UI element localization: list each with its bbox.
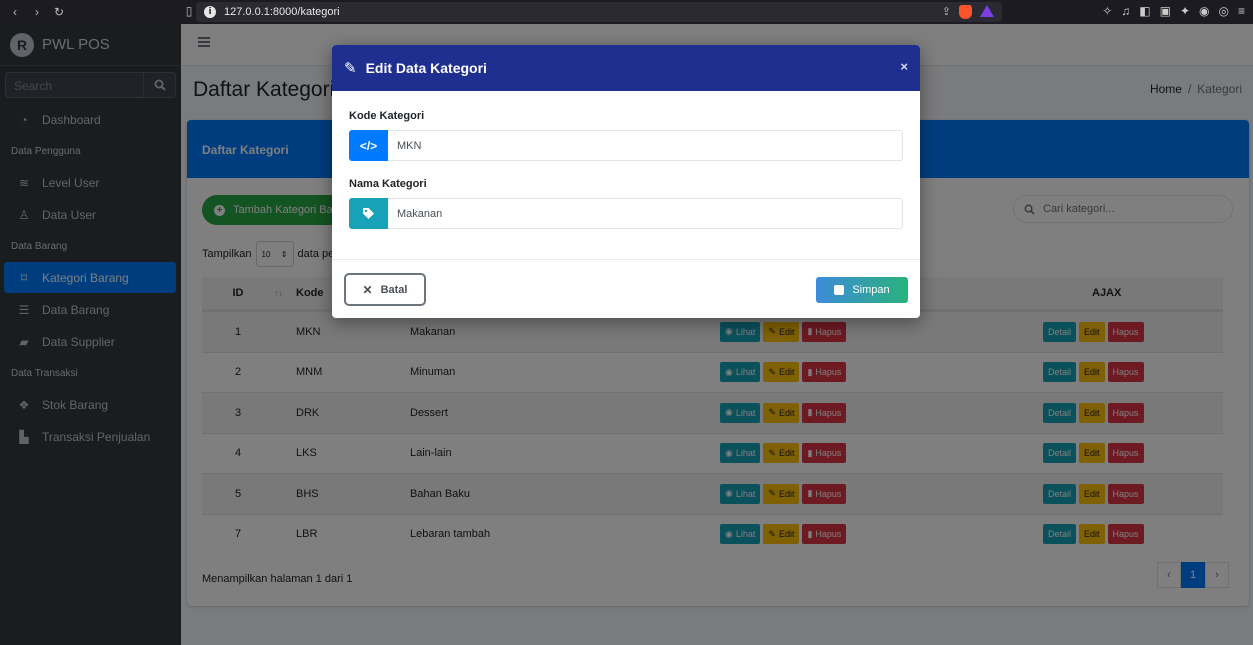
extensions-icon[interactable]: ✧ xyxy=(1102,4,1112,18)
reload-icon[interactable]: ↻ xyxy=(50,5,68,19)
rewards-icon[interactable] xyxy=(980,5,994,17)
edit-kategori-modal: ✎ Edit Data Kategori × Kode Kategori </>… xyxy=(332,45,920,318)
url-text: 127.0.0.1:8000/kategori xyxy=(224,6,340,18)
browser-extensions: ✧ ♫ ◧ ▣ ✦ ◉ ◎ ≡ xyxy=(1102,4,1245,18)
wallet-icon[interactable]: ◎ xyxy=(1219,4,1229,18)
browser-toolbar: ‹ › ↻ ▯ i 127.0.0.1:8000/kategori ⇪ ✧ ♫ … xyxy=(0,0,1253,24)
brave-shield-icon[interactable] xyxy=(959,5,972,19)
nama-kategori-input[interactable]: Makanan xyxy=(388,198,903,229)
edit-icon: ✎ xyxy=(344,60,357,77)
cancel-button[interactable]: ✕ Batal xyxy=(344,273,426,306)
close-icon[interactable]: × xyxy=(900,59,908,74)
back-icon[interactable]: ‹ xyxy=(6,5,24,19)
save-icon xyxy=(834,285,845,295)
code-icon: </> xyxy=(349,130,388,161)
kode-kategori-label: Kode Kategori xyxy=(349,110,425,122)
modal-footer: ✕ Batal Simpan xyxy=(332,259,920,318)
address-bar[interactable]: i 127.0.0.1:8000/kategori ⇪ xyxy=(196,2,1002,22)
kode-kategori-input[interactable]: MKN xyxy=(388,130,903,161)
forward-icon[interactable]: › xyxy=(28,5,46,19)
tabs-icon[interactable]: ▣ xyxy=(1160,4,1171,18)
share-icon[interactable]: ⇪ xyxy=(942,5,951,19)
vpn-icon[interactable]: ◉ xyxy=(1199,4,1209,18)
nama-kategori-label: Nama Kategori xyxy=(349,178,427,190)
menu-icon[interactable]: ≡ xyxy=(1238,4,1245,18)
kode-kategori-group: </> MKN xyxy=(349,130,903,161)
modal-title: Edit Data Kategori xyxy=(365,60,487,76)
music-icon[interactable]: ♫ xyxy=(1121,4,1130,18)
modal-header: ✎ Edit Data Kategori × xyxy=(332,45,920,91)
site-info-icon[interactable]: i xyxy=(204,6,216,18)
modal-body: Kode Kategori </> MKN Nama Kategori Maka… xyxy=(332,91,920,229)
nama-kategori-group: Makanan xyxy=(349,198,903,229)
leo-icon[interactable]: ✦ xyxy=(1180,4,1190,18)
tag-shape xyxy=(363,208,374,219)
sidebar-toggle-icon[interactable]: ◧ xyxy=(1139,4,1150,18)
close-icon: ✕ xyxy=(362,282,373,297)
save-button[interactable]: Simpan xyxy=(816,277,908,303)
tag-icon xyxy=(349,198,388,229)
browser-nav: ‹ › ↻ xyxy=(0,5,180,19)
